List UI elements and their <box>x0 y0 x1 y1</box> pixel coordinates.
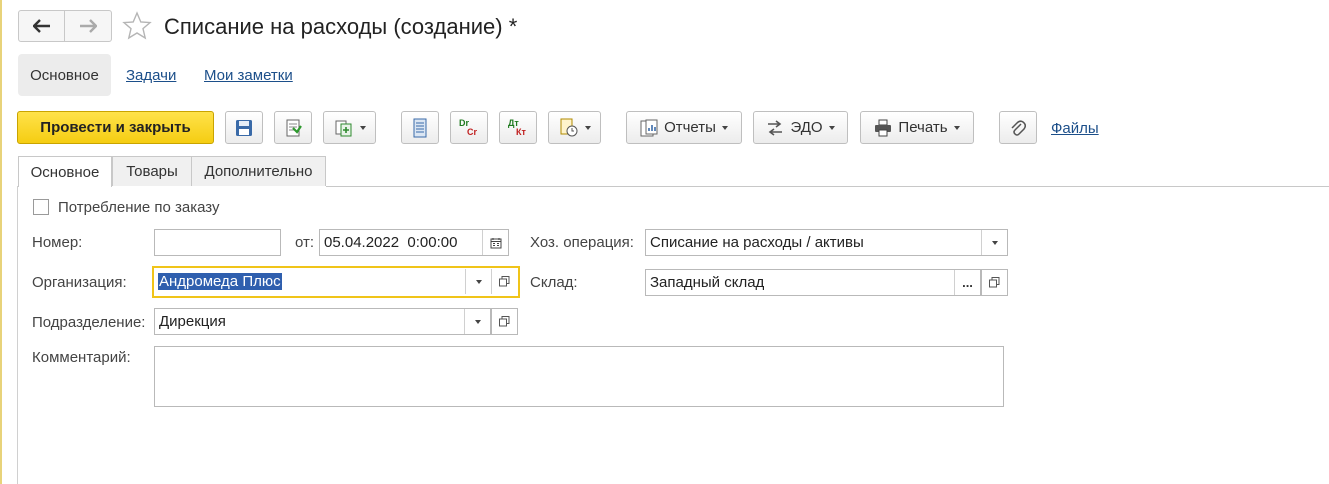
open-window-icon <box>499 316 510 327</box>
operation-select[interactable]: Списание на расходы / активы <box>645 229 1008 256</box>
consumption-by-order-checkbox[interactable] <box>33 199 49 215</box>
organization-open-button[interactable] <box>491 269 517 294</box>
chevron-down-icon <box>721 125 728 130</box>
favorite-star-icon[interactable] <box>121 10 153 42</box>
department-value: Дирекция <box>159 313 226 330</box>
create-based-icon <box>335 120 351 136</box>
post-and-close-button[interactable]: Провести и закрыть <box>17 111 214 144</box>
print-label: Печать <box>898 119 948 136</box>
post-document-icon <box>286 119 302 136</box>
chevron-down-icon <box>584 125 591 130</box>
section-notes-link[interactable]: Мои заметки <box>204 67 293 84</box>
paperclip-icon <box>1011 119 1026 136</box>
cr-label: Cr <box>467 126 478 137</box>
files-link[interactable]: Файлы <box>1051 120 1099 137</box>
warehouse-field[interactable]: Западный склад ... <box>645 269 981 296</box>
chevron-down-icon <box>828 125 835 130</box>
operation-label: Хоз. операция: <box>530 234 634 251</box>
printer-icon <box>875 119 892 136</box>
print-button[interactable]: Печать <box>860 111 974 144</box>
organization-field[interactable]: Андромеда Плюс <box>152 266 520 298</box>
reports-label: Отчеты <box>664 119 716 136</box>
date-input[interactable]: 05.04.2022 0:00:00 <box>319 229 509 256</box>
section-main[interactable]: Основное <box>18 54 111 96</box>
operation-value: Списание на расходы / активы <box>650 234 864 251</box>
post-button[interactable] <box>274 111 312 144</box>
kt-label: Кт <box>516 126 526 137</box>
back-button[interactable] <box>19 11 64 41</box>
operation-dropdown-button[interactable] <box>981 230 1007 255</box>
document-history-button[interactable] <box>548 111 601 144</box>
warehouse-label: Склад: <box>530 274 578 291</box>
department-label: Подразделение: <box>32 314 146 331</box>
arrow-right-icon <box>79 19 97 33</box>
warehouse-value: Западный склад <box>650 274 765 291</box>
organization-dropdown-button[interactable] <box>465 269 491 294</box>
comment-label: Комментарий: <box>32 349 131 366</box>
chevron-down-icon <box>953 125 960 130</box>
tab-additional[interactable]: Дополнительно <box>191 156 326 186</box>
edo-label: ЭДО <box>790 119 823 136</box>
floppy-disk-icon <box>236 119 252 136</box>
organization-label: Организация: <box>32 274 127 291</box>
edo-icon <box>768 119 783 136</box>
arrow-left-icon <box>32 19 50 33</box>
dr-cr-button[interactable]: Dr Cr <box>450 111 488 144</box>
reports-button[interactable]: Отчеты <box>626 111 742 144</box>
tab-divider <box>326 186 1329 187</box>
section-tasks-link[interactable]: Задачи <box>126 67 176 84</box>
dr-cr-icon: Dr Cr <box>458 118 480 138</box>
forward-button[interactable] <box>64 11 110 41</box>
date-label: от: <box>295 234 315 251</box>
chevron-down-icon <box>474 319 481 324</box>
department-open-button[interactable] <box>491 308 518 335</box>
window-left-border <box>0 0 2 484</box>
tab-main[interactable]: Основное <box>18 156 112 187</box>
warehouse-choose-button[interactable]: ... <box>954 270 980 295</box>
chevron-down-icon <box>991 240 998 245</box>
dt-kt-button[interactable]: Дт Кт <box>499 111 537 144</box>
open-window-icon <box>499 276 510 287</box>
date-value: 05.04.2022 0:00:00 <box>324 234 458 251</box>
warehouse-open-button[interactable] <box>981 269 1008 296</box>
page-title: Списание на расходы (создание) * <box>164 14 518 39</box>
chevron-down-icon <box>475 279 482 284</box>
doc-clock-icon <box>560 118 577 136</box>
form-left-border <box>17 186 18 484</box>
list-icon <box>413 118 427 137</box>
attach-button[interactable] <box>999 111 1037 144</box>
edo-button[interactable]: ЭДО <box>753 111 848 144</box>
number-input[interactable] <box>154 229 281 256</box>
organization-value-wrap: Андромеда Плюс <box>158 273 282 290</box>
journal-button[interactable] <box>401 111 439 144</box>
create-based-on-button[interactable] <box>323 111 376 144</box>
comment-textarea[interactable] <box>154 346 1004 407</box>
save-button[interactable] <box>225 111 263 144</box>
calendar-icon <box>490 237 501 248</box>
department-dropdown-button[interactable] <box>464 309 490 334</box>
consumption-by-order-label: Потребление по заказу <box>58 199 220 216</box>
tab-goods[interactable]: Товары <box>112 156 192 186</box>
number-label: Номер: <box>32 234 83 251</box>
calendar-button[interactable] <box>482 230 508 255</box>
nav-buttons <box>18 10 112 42</box>
organization-value: Андромеда Плюс <box>158 273 282 290</box>
department-field[interactable]: Дирекция <box>154 308 491 335</box>
chevron-down-icon <box>359 125 366 130</box>
report-icon <box>640 119 658 136</box>
open-window-icon <box>989 277 1000 288</box>
dt-kt-icon: Дт Кт <box>507 118 529 138</box>
